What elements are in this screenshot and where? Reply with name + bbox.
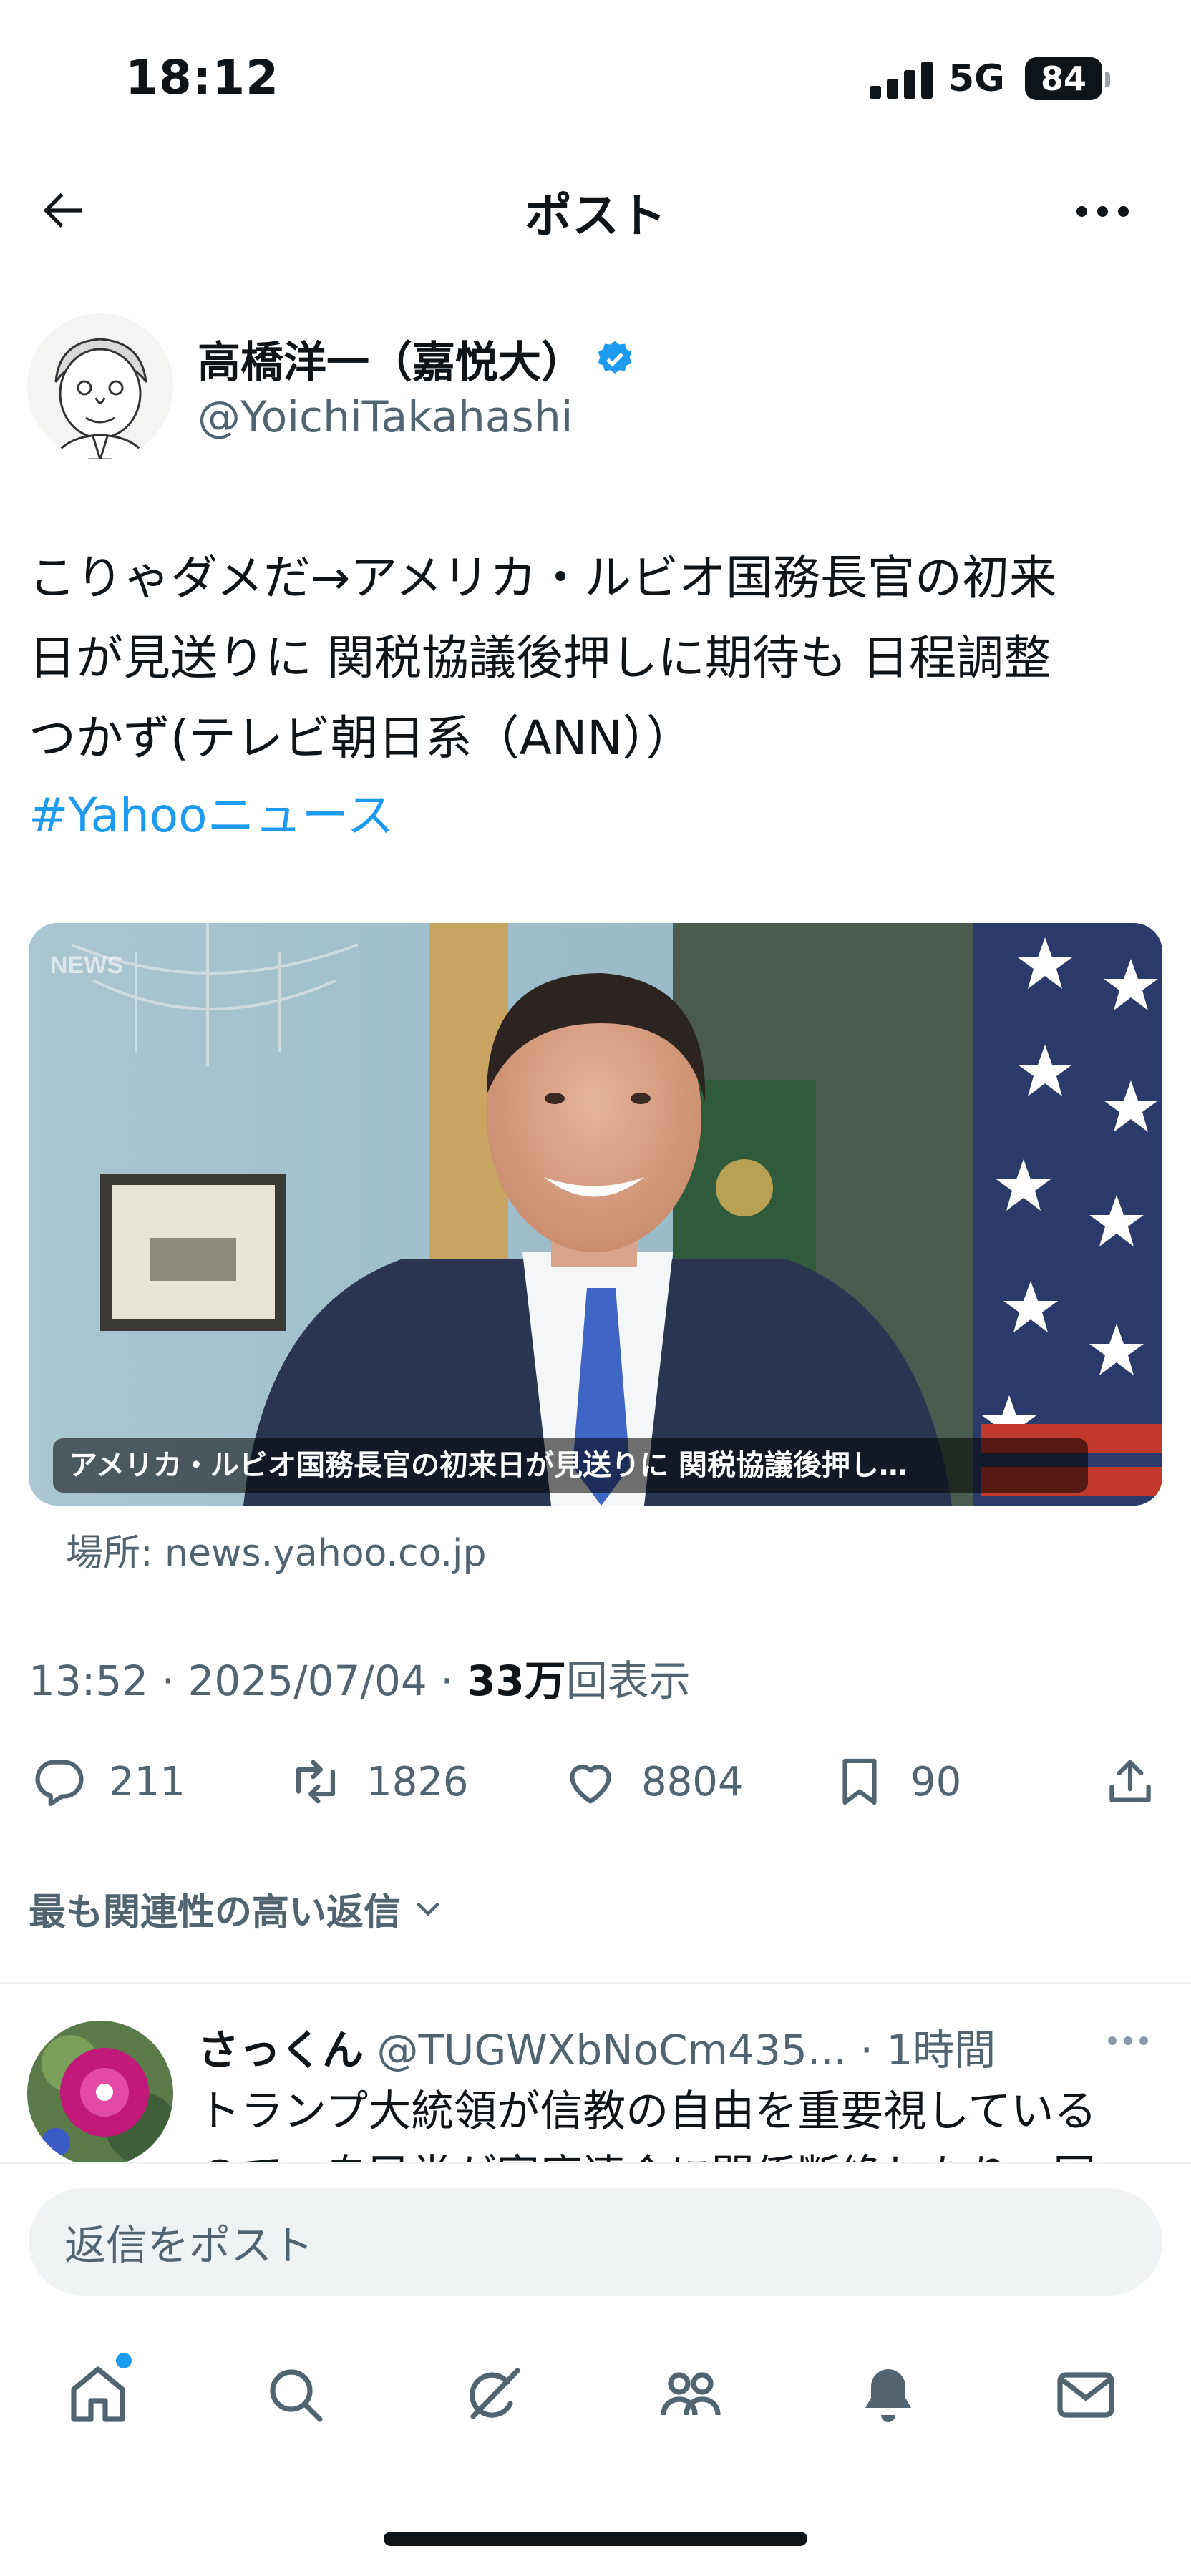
action-bar: 211 1826 8804 90 <box>29 1746 1167 1818</box>
notifications-icon <box>865 2369 911 2422</box>
page-title: ポスト <box>525 188 666 243</box>
link-card-image[interactable]: NEWS <box>29 923 1162 1506</box>
status-time: 18:12 <box>125 50 280 105</box>
reply-sort-label: 最も関連性の高い返信 <box>29 1891 402 1934</box>
news-watermark: NEWS <box>50 952 123 979</box>
chevron-down-icon <box>417 1902 439 1916</box>
like-button[interactable]: 8804 <box>561 1746 744 1818</box>
grok-icon <box>470 2368 520 2419</box>
share-button[interactable] <box>1101 1746 1160 1818</box>
messages-icon <box>1057 2372 1114 2418</box>
post-text: こりゃダメだ→アメリカ・ルビオ国務長官の初来 日が見送りに 関税協議後押しに期待… <box>29 538 1167 779</box>
reply-sort-dropdown[interactable]: 最も関連性の高い返信 <box>29 1882 447 1936</box>
meta-separator: · <box>440 1657 454 1705</box>
repost-icon <box>296 1760 335 1804</box>
nav-messages[interactable] <box>1046 2356 1125 2434</box>
reply-author-name[interactable]: さっくん <box>198 2026 364 2074</box>
signal-icon <box>870 62 933 99</box>
reply-avatar[interactable] <box>27 2021 173 2167</box>
reply-text: トランプ大統領が信教の自由を重要視している ので、自民党が家庭連合に関係断絶した… <box>198 2079 1185 2165</box>
repost-button[interactable]: 1826 <box>286 1746 469 1818</box>
nav-communities[interactable] <box>651 2356 730 2434</box>
author-avatar[interactable] <box>27 313 173 459</box>
author-name[interactable]: 高橋洋一（嘉悦大） <box>198 328 584 390</box>
battery-level: 84 <box>1040 59 1087 98</box>
bookmark-icon <box>842 1758 877 1805</box>
search-icon <box>270 2369 323 2422</box>
nav-grok[interactable] <box>454 2356 533 2434</box>
reply-header: さっくん @TUGWXbNoCm435... · 1時間 <box>198 2016 996 2077</box>
home-notification-dot <box>116 2353 132 2368</box>
post-text-line: 日が見送りに 関税協議後押しに期待も 日程調整 <box>29 630 1051 686</box>
divider <box>0 1982 1191 1984</box>
reply-author-handle[interactable]: @TUGWXbNoCm435... <box>376 2026 847 2074</box>
view-count: 33万 <box>467 1657 566 1705</box>
nav-search[interactable] <box>256 2356 335 2434</box>
network-label: 5G <box>948 57 1005 100</box>
bookmark-count: 90 <box>910 1758 962 1805</box>
communities-icon <box>661 2372 721 2416</box>
views-label: 回表示 <box>565 1657 691 1705</box>
card-source[interactable]: 場所: news.yahoo.co.jp <box>66 1523 486 1576</box>
verified-badge-icon <box>598 341 632 374</box>
battery-tip <box>1105 72 1110 87</box>
card-caption: アメリカ・ルビオ国務長官の初来日が見送りに 関税協議後押し… <box>53 1438 1088 1493</box>
share-icon <box>1109 1760 1151 1802</box>
post-date: 2025/07/04 <box>188 1657 427 1705</box>
reply-input[interactable]: 返信をポスト <box>29 2188 1162 2296</box>
heart-icon <box>570 1765 611 1804</box>
bottom-nav <box>0 2334 1191 2456</box>
repost-count: 1826 <box>366 1758 469 1805</box>
battery-icon: 84 <box>1025 57 1102 100</box>
home-icon <box>71 2366 125 2422</box>
caricature-avatar <box>27 313 173 459</box>
reply-more-button[interactable] <box>1108 2036 1148 2045</box>
flower-avatar <box>27 2021 173 2167</box>
post-text-line: つかず(テレビ朝日系（ANN）） <box>29 711 694 766</box>
news-photo: NEWS <box>29 923 1162 1506</box>
more-options-button[interactable] <box>1066 179 1138 243</box>
home-indicator[interactable] <box>384 2532 807 2546</box>
post-text-line: こりゃダメだ→アメリカ・ルビオ国務長官の初来 <box>29 550 1057 605</box>
reply-button[interactable]: 211 <box>29 1746 185 1818</box>
author-name-row[interactable]: 高橋洋一（嘉悦大） <box>198 328 636 390</box>
reply-time: · 1時間 <box>860 2026 996 2074</box>
meta-separator: · <box>161 1657 175 1705</box>
like-count: 8804 <box>641 1758 744 1805</box>
hashtag-link[interactable]: #Yahooニュース <box>29 777 394 846</box>
reply-icon <box>35 1760 84 1806</box>
reply-input-placeholder: 返信をポスト <box>64 2221 314 2270</box>
reply-text-line: トランプ大統領が信教の自由を重要視している <box>198 2087 1097 2137</box>
nav-notifications[interactable] <box>849 2356 928 2434</box>
reply-count: 211 <box>109 1758 185 1805</box>
post-meta: 13:52 · 2025/07/04 · 33万回表示 <box>29 1647 691 1707</box>
bookmark-button[interactable]: 90 <box>830 1746 961 1818</box>
post-time: 13:52 <box>29 1657 149 1705</box>
author-handle[interactable]: @YoichiTakahashi <box>198 392 573 442</box>
